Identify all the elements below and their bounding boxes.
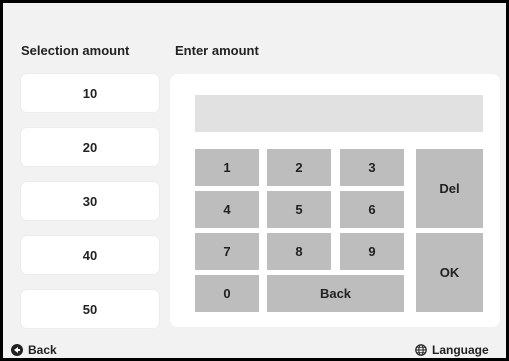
key-3[interactable]: 3 — [340, 149, 404, 186]
key-5[interactable]: 5 — [267, 191, 331, 228]
key-8[interactable]: 8 — [267, 233, 331, 270]
amount-button-10[interactable]: 10 — [21, 74, 159, 112]
amount-button-30[interactable]: 30 — [21, 182, 159, 220]
amount-button-50[interactable]: 50 — [21, 290, 159, 328]
back-arrow-icon — [11, 344, 23, 356]
globe-icon — [415, 344, 427, 356]
key-1[interactable]: 1 — [195, 149, 259, 186]
key-del[interactable]: Del — [416, 149, 483, 228]
language-label: Language — [432, 343, 489, 357]
key-9[interactable]: 9 — [340, 233, 404, 270]
back-footer-label: Back — [28, 343, 57, 357]
key-back[interactable]: Back — [267, 275, 404, 312]
back-footer-button[interactable]: Back — [11, 343, 57, 357]
amount-button-40[interactable]: 40 — [21, 236, 159, 274]
amount-button-20[interactable]: 20 — [21, 128, 159, 166]
key-7[interactable]: 7 — [195, 233, 259, 270]
key-ok[interactable]: OK — [416, 233, 483, 312]
keypad-panel: 1 2 3 Del 4 5 6 7 8 9 OK 0 Back — [170, 74, 500, 327]
key-0[interactable]: 0 — [195, 275, 259, 312]
key-2[interactable]: 2 — [267, 149, 331, 186]
key-6[interactable]: 6 — [340, 191, 404, 228]
amount-display[interactable] — [195, 95, 483, 132]
selection-amount-heading: Selection amount — [21, 43, 130, 58]
key-4[interactable]: 4 — [195, 191, 259, 228]
enter-amount-heading: Enter amount — [175, 43, 259, 58]
kiosk-frame: Selection amount Enter amount 10 20 30 4… — [0, 0, 509, 361]
language-button[interactable]: Language — [415, 343, 489, 357]
